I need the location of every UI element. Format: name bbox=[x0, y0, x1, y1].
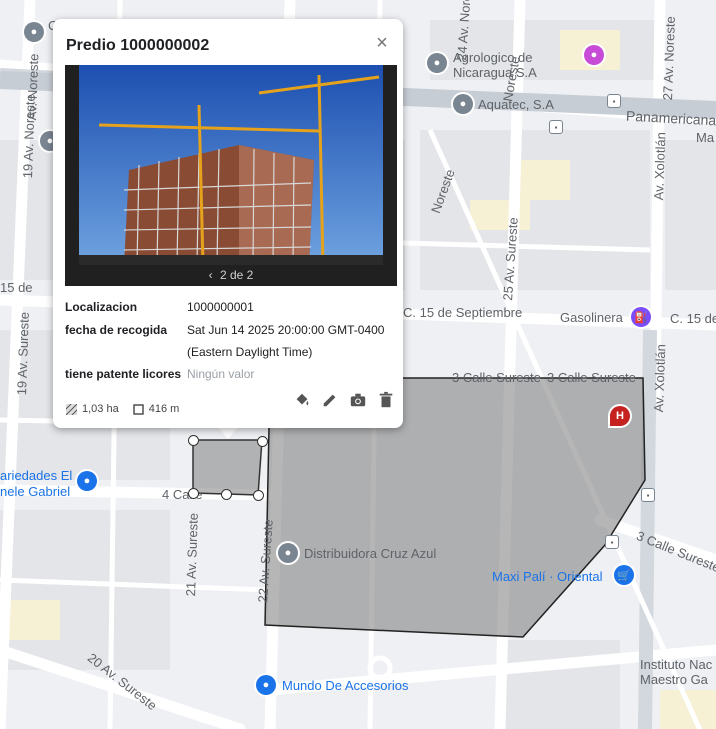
street-label: 21 Av. Sureste bbox=[183, 512, 201, 597]
field-value: Ningún valor bbox=[187, 367, 255, 381]
carousel-nav: ‹ 2 de 2 bbox=[65, 265, 397, 286]
trash-icon[interactable] bbox=[377, 391, 395, 409]
area-value: 1,03 ha bbox=[82, 403, 119, 415]
photo-carousel: ‹ 2 de 2 bbox=[65, 65, 397, 286]
street-label: 19 Av. Noreste bbox=[20, 93, 38, 179]
street-label: 15 de bbox=[0, 280, 33, 295]
popup-actions bbox=[293, 391, 395, 409]
poi-partial[interactable]: Ma bbox=[696, 130, 714, 145]
poi-gasolinera[interactable]: Gasolinera bbox=[560, 310, 623, 325]
street-label: Av. Xolotlán bbox=[651, 343, 669, 413]
perimeter-value: 416 m bbox=[148, 403, 180, 415]
gas-station-icon[interactable]: ⛽ bbox=[631, 307, 651, 327]
poi-maxi-pali[interactable]: Maxi Palí · Oriental bbox=[492, 569, 603, 584]
camera-icon[interactable] bbox=[349, 391, 367, 409]
vertex-handle[interactable] bbox=[253, 490, 264, 501]
hospital-icon[interactable]: H bbox=[610, 406, 630, 426]
field-key: Localizacion bbox=[65, 300, 138, 314]
bus-stop-icon[interactable]: ▪ bbox=[549, 120, 563, 134]
pencil-icon[interactable] bbox=[321, 391, 339, 409]
vertex-handle[interactable] bbox=[188, 435, 199, 446]
street-label: 3 Calle Sureste bbox=[547, 370, 636, 385]
carousel-counter: 2 de 2 bbox=[219, 268, 254, 282]
vertex-handle[interactable] bbox=[188, 488, 199, 499]
street-label: 27 Av. Noreste bbox=[660, 15, 678, 101]
perimeter-square-icon bbox=[133, 403, 144, 415]
field-value: 1000000001 bbox=[187, 300, 254, 314]
field-value: Sat Jun 14 2025 20:00:00 GMT-0400 (Easte… bbox=[187, 323, 385, 359]
poi-distribuidora[interactable]: Distribuidora Cruz Azul bbox=[304, 546, 436, 561]
poi-instituto[interactable]: Instituto Nac Maestro Ga bbox=[640, 657, 716, 687]
parcel-small-polygon bbox=[192, 439, 263, 496]
hospital-symbol: H bbox=[616, 410, 624, 422]
shopping-bag-icon[interactable]: ● bbox=[77, 471, 97, 491]
paint-bucket-icon[interactable] bbox=[293, 391, 311, 409]
vertex-handle[interactable] bbox=[221, 489, 232, 500]
chevron-left-icon[interactable]: ‹ bbox=[209, 268, 213, 282]
field-key: fecha de recogida bbox=[65, 323, 168, 337]
vertex-handle[interactable] bbox=[257, 436, 268, 447]
bus-stop-icon[interactable]: ▪ bbox=[641, 488, 655, 502]
bus-stop-icon[interactable]: ▪ bbox=[605, 535, 619, 549]
photo-image bbox=[79, 65, 383, 265]
poi-variedades[interactable]: ariedades El nele Gabriel bbox=[0, 468, 80, 500]
street-label: 19 Av. Sureste bbox=[14, 311, 32, 396]
close-icon[interactable]: × bbox=[371, 33, 393, 55]
street-label: 3 Calle Sureste bbox=[452, 370, 541, 385]
poi-mundo-accesorios[interactable]: Mundo De Accesorios bbox=[282, 678, 408, 693]
poi-pin-icon[interactable]: ● bbox=[24, 22, 44, 42]
measurement-stats: 1,03 ha 416 m bbox=[66, 403, 179, 415]
field-key: tiene patente licores bbox=[65, 367, 182, 381]
bus-stop-icon[interactable]: ▪ bbox=[607, 94, 621, 108]
poi-pin-icon[interactable]: ● bbox=[453, 94, 473, 114]
shopping-cart-icon[interactable]: 🛒 bbox=[614, 565, 634, 585]
area-hatch-icon bbox=[66, 403, 77, 415]
construction-photo[interactable] bbox=[79, 65, 383, 265]
street-label: Av. Xolotlán bbox=[651, 131, 669, 201]
popup-title: Predio 1000000002 bbox=[66, 37, 210, 54]
poi-aquatec[interactable]: Aquatec, S.A bbox=[478, 97, 554, 112]
shopping-bag-icon[interactable]: ● bbox=[256, 675, 276, 695]
street-label: C. 15 de bbox=[670, 311, 716, 326]
poi-pin-icon[interactable]: ● bbox=[278, 543, 298, 563]
poi-pin-icon[interactable]: ● bbox=[427, 53, 447, 73]
street-label: C. 15 de Septiembre bbox=[403, 305, 523, 320]
poi-agrologico[interactable]: Agrologico de Nicaragua S.A bbox=[453, 50, 573, 80]
camera-poi-icon[interactable]: ● bbox=[584, 45, 604, 65]
feature-popup: Predio 1000000002 × ‹ 2 de 2 Localizacio… bbox=[53, 19, 403, 428]
